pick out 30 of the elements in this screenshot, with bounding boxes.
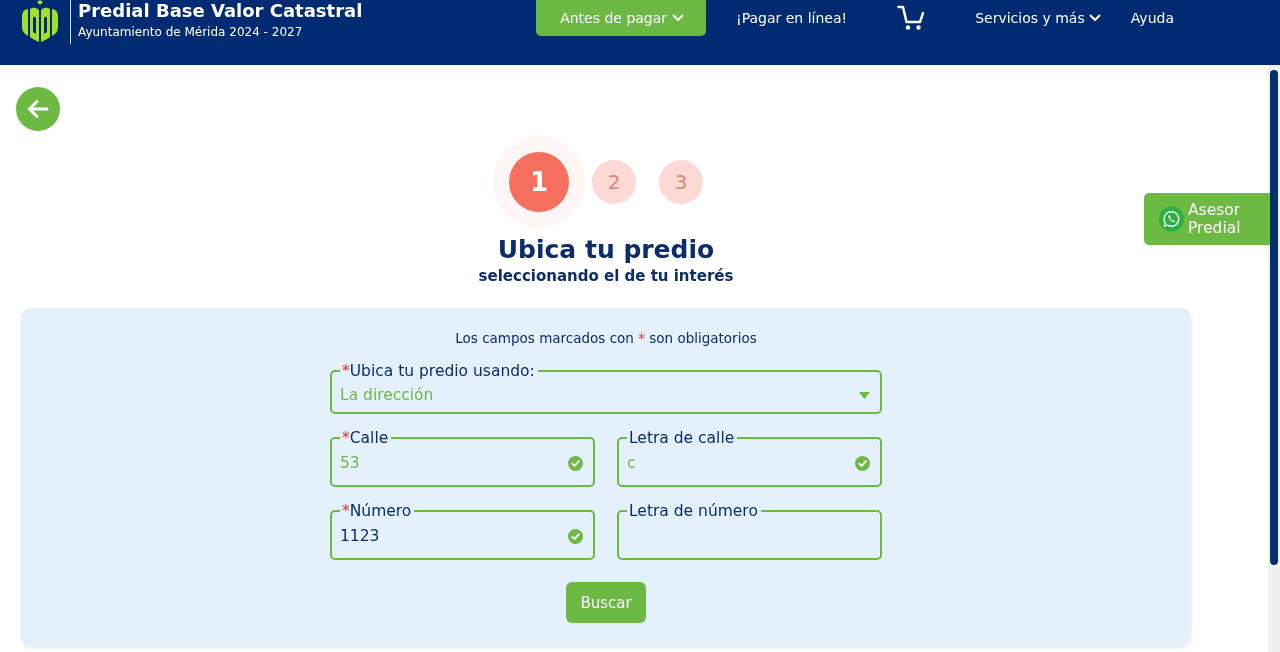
back-button[interactable] [16,87,60,131]
cart-icon[interactable] [897,5,926,31]
check-circle-icon [855,455,870,471]
field-label: Letra de calle [628,429,736,447]
field-label: *Calle [341,429,390,447]
input-field[interactable]: Letra de calle c [617,429,882,487]
check-circle-icon [568,528,583,544]
arrow-left-icon [27,99,49,119]
field-label: *Ubica tu predio usando: [341,362,536,380]
page-title: Ubica tu predio [497,234,715,266]
scrollbar-thumb[interactable] [1270,70,1278,565]
input-field[interactable]: *Calle 53 [330,429,595,487]
check-circle-icon [568,455,583,471]
step-indicator: 3 [659,160,703,204]
nav-link[interactable]: Ayuda [1130,10,1174,26]
site-subtitle: Ayuntamiento de Mérida 2024 - 2027 [78,24,304,41]
site-title: Predial Base Valor Catastral [78,0,363,21]
select-field[interactable]: *Ubica tu predio usando: La dirección [330,362,882,414]
step-indicator: 2 [592,160,636,204]
input-field[interactable]: Letra de número [617,502,882,560]
nav-link[interactable]: ¡Pagar en línea! [736,10,848,26]
nav-menu-link[interactable]: Servicios y más [975,10,1101,26]
input-field[interactable]: *Número 1123 [330,502,595,560]
page-subtitle: seleccionando el de tu interés [478,266,734,286]
field-label: Letra de número [628,502,759,520]
field-label: *Número [341,502,413,520]
chevron-down-icon [672,14,685,22]
dropdown-caret-icon [859,391,870,399]
chevron-down-icon [1088,14,1101,22]
required-fields-note: Los campos marcados con * son obligatorios [455,329,757,348]
